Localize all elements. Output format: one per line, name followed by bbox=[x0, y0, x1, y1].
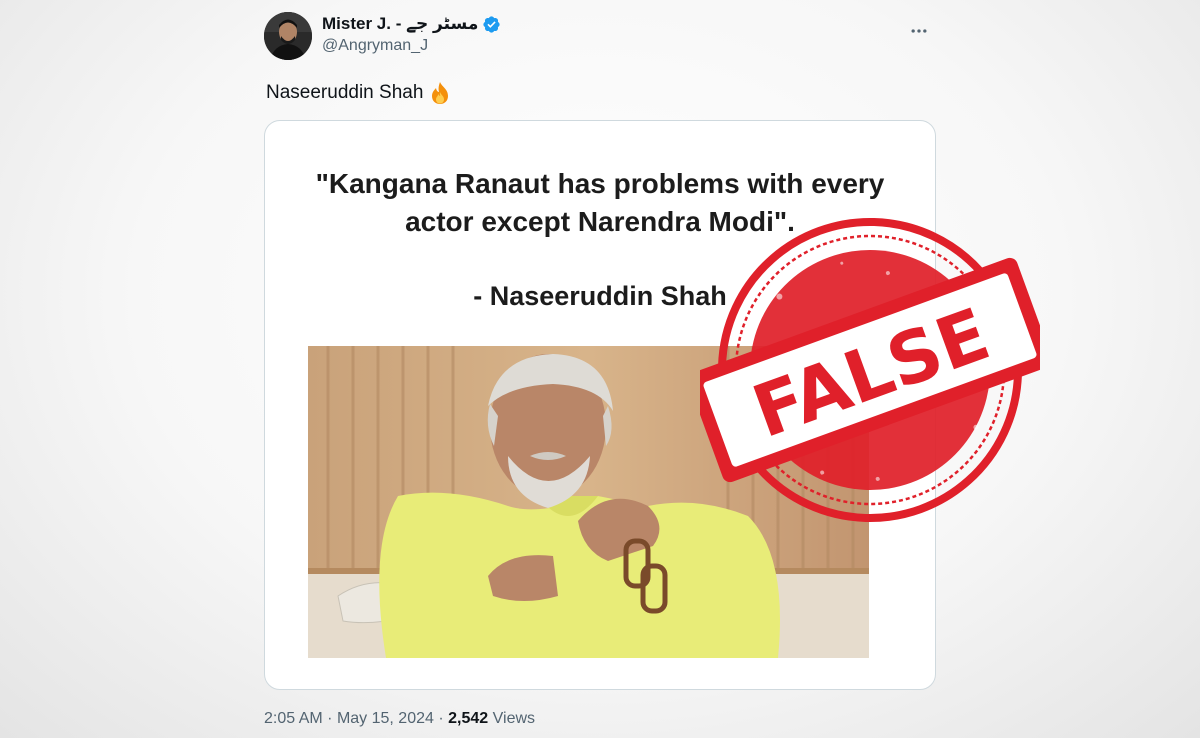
quote-line-1: "Kangana Ranaut has problems with every bbox=[315, 168, 885, 199]
tweet-text: Naseeruddin Shah bbox=[266, 80, 451, 106]
meta-separator-1: · bbox=[327, 710, 333, 727]
author-name-row: Mister J. - مسٹر جے bbox=[322, 14, 501, 34]
verified-badge-icon[interactable] bbox=[482, 15, 501, 34]
author-name[interactable]: Mister J. - مسٹر جے bbox=[322, 14, 478, 34]
false-stamp: FALSE bbox=[700, 218, 1040, 522]
views-label: Views bbox=[492, 710, 536, 727]
avatar[interactable] bbox=[264, 12, 312, 60]
more-dots-icon bbox=[911, 29, 927, 33]
avatar-image bbox=[264, 12, 312, 60]
more-options-button[interactable] bbox=[902, 14, 936, 48]
fire-icon bbox=[432, 82, 449, 104]
author-block: Mister J. - مسٹر جے @Angryman_J bbox=[322, 14, 501, 55]
tweet-date[interactable]: May 15, 2024 bbox=[337, 710, 434, 727]
meta-separator-2: · bbox=[438, 710, 444, 727]
tweet-meta: 2:05 AM · May 15, 2024 · 2,542 Views bbox=[264, 710, 535, 728]
tweet-time[interactable]: 2:05 AM bbox=[264, 710, 323, 727]
tweet-text-content: Naseeruddin Shah bbox=[266, 82, 424, 103]
author-handle[interactable]: @Angryman_J bbox=[322, 37, 501, 55]
views-count: 2,542 bbox=[448, 710, 489, 727]
